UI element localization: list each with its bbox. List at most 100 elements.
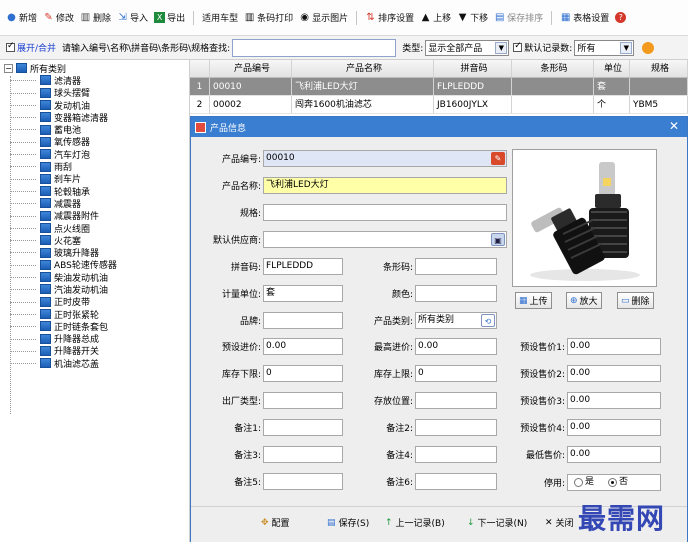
tree-root[interactable]: − 所有类别 [0, 62, 189, 75]
note6-input[interactable] [415, 473, 497, 490]
applicable-models-button[interactable]: 适用车型 [202, 11, 238, 24]
min-price-input[interactable]: 0.00 [567, 446, 661, 463]
pre-price4-input[interactable]: 0.00 [567, 419, 661, 436]
note5-field-row: 备注5: [201, 473, 343, 490]
default-count-select[interactable]: 所有 ▼ [574, 39, 635, 56]
stock-low-input[interactable]: 0 [263, 365, 343, 382]
close-icon[interactable]: ✕ [669, 120, 679, 132]
tree-item[interactable]: 升降器总成 [0, 333, 189, 345]
max-cost-input[interactable]: 0.00 [415, 338, 497, 355]
tree-item[interactable]: 减震器附件 [0, 210, 189, 222]
stock-high-input[interactable]: 0 [415, 365, 497, 382]
next-record-button[interactable]: ↓ 下一记录(N) [467, 516, 527, 530]
name-input[interactable]: 飞利浦LED大灯 [263, 177, 507, 194]
delete-button[interactable]: ▥ 删除 [80, 11, 111, 24]
supplier-input[interactable]: ▣ [263, 231, 507, 248]
note4-input[interactable] [415, 446, 497, 463]
table-row[interactable]: 2 00002 闯奔1600机油滤芯 JB1600JYLX 个 YBM5 [190, 96, 688, 114]
tree-item[interactable]: 球头摆臂 [0, 87, 189, 99]
column-header[interactable]: 条形码 [512, 60, 594, 77]
pre-price3-input[interactable]: 0.00 [567, 392, 661, 409]
expand-collapse-link[interactable]: 展开/合并 [17, 41, 56, 54]
factory-type-input[interactable] [263, 392, 343, 409]
tree-item[interactable]: 正时皮带 [0, 296, 189, 308]
tree-item[interactable]: 正时链条套包 [0, 320, 189, 333]
pre-cost-input[interactable]: 0.00 [263, 338, 343, 355]
save-button[interactable]: ▤ 保存(S) [327, 516, 369, 530]
zoom-image-button[interactable]: ⊕ 放大 [566, 292, 602, 309]
supplier-picker-icon[interactable]: ▣ [491, 233, 505, 246]
table-settings-button[interactable]: ▦ 表格设置 [560, 11, 609, 24]
tree-item[interactable]: 玻璃升降器 [0, 246, 189, 259]
radio-yes[interactable] [574, 478, 583, 487]
pre-price3-field-row: 预设售价3: 0.00 [509, 392, 661, 409]
pre-price1-input[interactable]: 0.00 [567, 338, 661, 355]
type-select[interactable]: 显示全部产品 ▼ [425, 39, 510, 56]
tree-item[interactable]: 雨刮 [0, 160, 189, 173]
tree-item[interactable]: 火花塞 [0, 234, 189, 247]
tree-item[interactable]: ABS轮速传感器 [0, 259, 189, 271]
tree-item[interactable]: 氧传感器 [0, 136, 189, 148]
unit-input[interactable]: 套 [263, 285, 343, 302]
column-header[interactable]: 产品名称 [292, 60, 434, 77]
tree-item[interactable]: 汽油发动机油 [0, 283, 189, 296]
search-icon[interactable] [642, 41, 655, 54]
note3-input[interactable] [263, 446, 343, 463]
location-input[interactable] [415, 392, 497, 409]
config-button[interactable]: ✥ 配置 [261, 516, 290, 530]
note2-input[interactable] [415, 419, 497, 436]
folder-icon [40, 235, 51, 246]
move-up-button[interactable]: ▲ 上移 [420, 11, 451, 24]
save-sort-button[interactable]: ▤ 保存排序 [494, 11, 543, 24]
spec-input[interactable] [263, 204, 507, 221]
export-button[interactable]: X 导出 [154, 11, 185, 24]
tree-item[interactable]: 滤清器 [0, 74, 189, 87]
radio-no[interactable] [608, 478, 618, 487]
collapse-icon[interactable]: − [4, 63, 13, 73]
tree-item[interactable]: 轮毂轴承 [0, 185, 189, 198]
tree-item[interactable]: 柴油发动机油 [0, 271, 189, 284]
note1-input[interactable] [263, 419, 343, 436]
tree-item[interactable]: 蓄电池 [0, 123, 189, 136]
note5-input[interactable] [263, 473, 343, 490]
edit-code-icon[interactable]: ✎ [491, 152, 505, 165]
tree-item[interactable]: 正时张紧轮 [0, 308, 189, 321]
column-header[interactable]: 产品编号 [210, 60, 292, 77]
column-header[interactable]: 单位 [594, 60, 630, 77]
tree-item[interactable]: 变器箱滤清器 [0, 111, 189, 124]
close-button[interactable]: ✕ 关闭 [545, 516, 574, 530]
tree-item[interactable]: 汽车灯泡 [0, 148, 189, 161]
barcode-print-button[interactable]: ▥ 条码打印 [244, 11, 293, 24]
pinyin-input[interactable]: FLPLEDDD [263, 258, 343, 275]
category-input[interactable]: 所有类别 ⟲ [415, 312, 497, 329]
edit-button[interactable]: ✎ 修改 [43, 11, 74, 24]
pre-price2-input[interactable]: 0.00 [567, 365, 661, 382]
show-image-button[interactable]: ◉ 显示图片 [299, 11, 348, 24]
import-button[interactable]: ⇲ 导入 [117, 11, 148, 24]
tree-item[interactable]: 机油滤芯盖 [0, 357, 189, 370]
table-row[interactable]: 1 00010 飞利浦LED大灯 FLPLEDDD 套 [190, 78, 688, 96]
disabled-field-row: 停用: 是 否 [509, 474, 661, 491]
move-down-button[interactable]: ▼ 下移 [457, 11, 488, 24]
prev-record-button[interactable]: ↑ 上一记录(B) [385, 516, 445, 530]
tree-item[interactable]: 升降器开关 [0, 345, 189, 357]
search-input[interactable] [232, 38, 397, 57]
code-input[interactable]: 00010 ✎ [263, 150, 507, 167]
expand-checkbox[interactable] [6, 41, 15, 52]
tree-item[interactable]: 刹车片 [0, 173, 189, 185]
column-header[interactable]: 规格 [630, 60, 688, 77]
color-input[interactable] [415, 285, 497, 302]
sort-settings-button[interactable]: ⇅ 排序设置 [365, 11, 414, 24]
tree-item[interactable]: 减震器 [0, 197, 189, 210]
tree-item[interactable]: 点火线圈 [0, 222, 189, 235]
delete-image-button[interactable]: ▭ 删除 [617, 292, 654, 309]
add-button[interactable]: ● 新增 [6, 11, 37, 24]
column-header[interactable]: 拼音码 [434, 60, 512, 77]
tree-item[interactable]: 发动机油 [0, 99, 189, 112]
upload-image-button[interactable]: ▦ 上传 [515, 292, 552, 309]
category-picker-icon[interactable]: ⟲ [481, 314, 495, 327]
default-count-checkbox[interactable] [513, 41, 523, 52]
brand-input[interactable] [263, 312, 343, 329]
barcode-input[interactable] [415, 258, 497, 275]
help-button[interactable]: ? [615, 12, 627, 23]
